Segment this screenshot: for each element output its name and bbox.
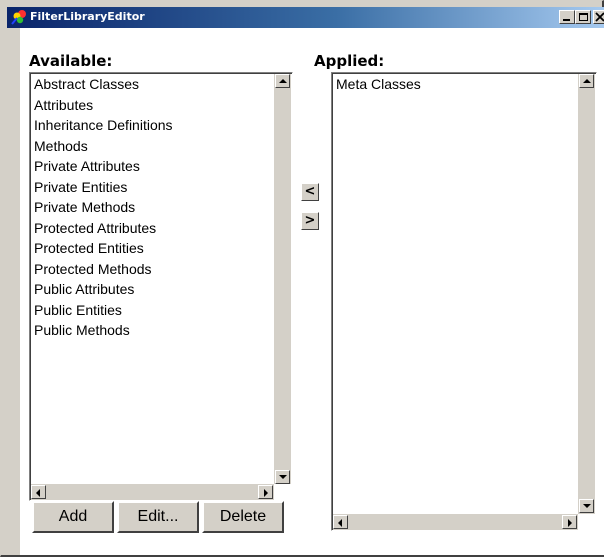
- applied-label: Applied:: [314, 52, 385, 70]
- close-icon: [595, 12, 604, 22]
- maximize-button[interactable]: [575, 10, 591, 24]
- scroll-left-button[interactable]: [333, 515, 348, 529]
- available-label: Available:: [29, 52, 113, 70]
- available-list-item[interactable]: Public Attributes: [34, 279, 134, 299]
- move-right-button[interactable]: >: [301, 212, 319, 230]
- move-left-button[interactable]: <: [301, 183, 319, 201]
- scroll-right-button[interactable]: [258, 485, 273, 499]
- left-arrow-icon: [36, 489, 40, 497]
- scroll-left-button[interactable]: [31, 485, 46, 499]
- available-list-item[interactable]: Private Methods: [34, 197, 135, 217]
- available-list-item[interactable]: Protected Attributes: [34, 218, 156, 238]
- available-horizontal-scrollbar[interactable]: [31, 484, 274, 500]
- scroll-up-button[interactable]: [275, 74, 290, 88]
- available-list-item[interactable]: Protected Methods: [34, 259, 152, 279]
- minimize-button[interactable]: [559, 10, 575, 24]
- applied-horizontal-scrollbar[interactable]: [333, 514, 578, 530]
- available-list-item[interactable]: Public Methods: [34, 320, 130, 340]
- close-button[interactable]: [593, 10, 604, 24]
- delete-button[interactable]: Delete: [202, 501, 284, 533]
- minimize-icon: [563, 19, 570, 21]
- available-list-item[interactable]: Inheritance Definitions: [34, 115, 173, 135]
- applied-list[interactable]: Meta Classes: [331, 72, 597, 531]
- client-area: Available: Abstract Classes Attributes Inh…: [20, 28, 604, 555]
- app-icon: [11, 10, 26, 25]
- scroll-right-button[interactable]: [562, 515, 577, 529]
- available-vertical-scrollbar[interactable]: [274, 74, 291, 484]
- scroll-down-button[interactable]: [275, 470, 290, 484]
- available-list-item[interactable]: Abstract Classes: [34, 74, 139, 94]
- maximize-icon: [579, 13, 588, 21]
- available-list-item[interactable]: Private Attributes: [34, 156, 140, 176]
- right-arrow-icon: [568, 519, 572, 527]
- scroll-up-button[interactable]: [579, 74, 594, 88]
- scroll-down-button[interactable]: [579, 499, 594, 513]
- available-list-item[interactable]: Private Entities: [34, 177, 127, 197]
- applied-vertical-scrollbar[interactable]: [578, 74, 595, 514]
- title-bar[interactable]: FilterLibraryEditor: [7, 7, 604, 28]
- up-arrow-icon: [279, 79, 287, 83]
- available-list-item[interactable]: Attributes: [34, 95, 93, 115]
- filter-library-editor-window: FilterLibraryEditor Available: Abstract …: [0, 0, 604, 557]
- add-button[interactable]: Add: [32, 501, 114, 533]
- down-arrow-icon: [583, 504, 591, 508]
- down-arrow-icon: [279, 475, 287, 479]
- available-list-item[interactable]: Protected Entities: [34, 238, 144, 258]
- available-list[interactable]: Abstract Classes Attributes Inheritance De…: [29, 72, 293, 501]
- available-list-item[interactable]: Methods: [34, 136, 88, 156]
- edit-button[interactable]: Edit...: [117, 501, 199, 533]
- right-arrow-icon: [264, 489, 268, 497]
- left-arrow-icon: [338, 519, 342, 527]
- applied-list-item[interactable]: Meta Classes: [336, 74, 421, 94]
- window-title: FilterLibraryEditor: [30, 10, 145, 23]
- available-list-item[interactable]: Public Entities: [34, 300, 122, 320]
- up-arrow-icon: [583, 79, 591, 83]
